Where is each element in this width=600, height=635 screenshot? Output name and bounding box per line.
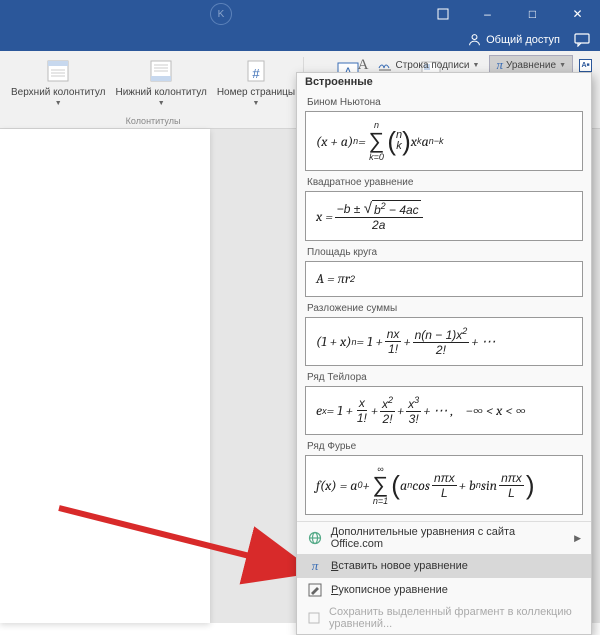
dropdown-icon: ▼ bbox=[473, 62, 480, 69]
eq-circle-area[interactable]: A = πr2 bbox=[305, 261, 583, 297]
eq-taylor[interactable]: ex = 1 + x1! + x22! + x33! + ⋯ , −∞ < x … bbox=[305, 386, 583, 435]
signature-icon bbox=[378, 59, 392, 71]
page-number-button[interactable]: # Номер страницы ▼ bbox=[212, 55, 300, 116]
menu-insert-label: Вставить новое уравнение bbox=[331, 560, 468, 572]
eq-fourier[interactable]: f(x) = a0 + ∞∑n=1 (an cos nπxL + bn sin … bbox=[305, 455, 583, 515]
eq-title-taylor: Ряд Тейлора bbox=[307, 372, 583, 383]
ribbon-group-headers-footers: Верхний колонтитул ▼ Нижний колонтитул ▼… bbox=[6, 51, 300, 128]
footer-icon bbox=[148, 58, 174, 84]
eq-binomial-expansion[interactable]: (1 + x)n = 1 + nx1! + n(n − 1)x22! + ⋯ bbox=[305, 317, 583, 366]
signature-label: Строка подписи bbox=[395, 60, 469, 71]
footer-button[interactable]: Нижний колонтитул ▼ bbox=[111, 55, 212, 116]
header-label: Верхний колонтитул bbox=[11, 87, 106, 98]
equation-dropdown-menu: Встроенные Бином Ньютона (x + a)n = n∑k=… bbox=[296, 72, 592, 635]
menu-save-selection: Сохранить выделенный фрагмент в коллекци… bbox=[297, 602, 591, 634]
eq-title-circle-area: Площадь круга bbox=[307, 247, 583, 258]
dropdown-icon: ▼ bbox=[158, 100, 165, 107]
page-number-icon: # bbox=[243, 58, 269, 84]
ink-icon bbox=[307, 582, 323, 598]
eq-title-fourier: Ряд Фурье bbox=[307, 441, 583, 452]
cap-icon[interactable]: А■ bbox=[579, 59, 592, 72]
menu-save-label: Сохранить выделенный фрагмент в коллекци… bbox=[329, 606, 581, 630]
menu-footer: Дополнительные уравнения с сайта Office.… bbox=[297, 521, 591, 634]
eq-title-binomial: Бином Ньютона bbox=[307, 97, 583, 108]
menu-header: Встроенные bbox=[297, 73, 591, 91]
header-button[interactable]: Верхний колонтитул ▼ bbox=[6, 55, 111, 116]
pi-icon: π bbox=[496, 57, 503, 73]
equation-label: Уравнение bbox=[506, 60, 556, 71]
menu-ink-equation[interactable]: Рукописное уравнение bbox=[297, 578, 591, 602]
header-icon bbox=[45, 58, 71, 84]
menu-insert-equation[interactable]: π Вставить новое уравнение bbox=[297, 554, 591, 578]
eq-quadratic[interactable]: x = −b ± √b2 − 4ac2a bbox=[305, 191, 583, 241]
save-icon bbox=[307, 610, 321, 626]
pi-icon: π bbox=[307, 558, 323, 574]
eq-title-quadratic: Квадратное уравнение bbox=[307, 177, 583, 188]
menu-body: Бином Ньютона (x + a)n = n∑k=0 (nk) xkan… bbox=[297, 91, 591, 521]
maximize-button[interactable]: □ bbox=[510, 0, 555, 28]
menu-ink-label: Рукописное уравнение bbox=[331, 584, 448, 596]
footer-label: Нижний колонтитул bbox=[116, 87, 207, 98]
menu-more-equations[interactable]: Дополнительные уравнения с сайта Office.… bbox=[297, 522, 591, 554]
annotation-arrow bbox=[55, 498, 320, 588]
help-button[interactable] bbox=[420, 0, 465, 28]
chevron-right-icon: ▶ bbox=[574, 533, 581, 544]
dropcap-icon[interactable]: A bbox=[358, 57, 369, 74]
person-icon bbox=[468, 33, 481, 46]
dropdown-icon: ▼ bbox=[252, 100, 259, 107]
eq-binomial[interactable]: (x + a)n = n∑k=0 (nk) xkan−k bbox=[305, 111, 583, 171]
eq-title-binomial-expansion: Разложение суммы bbox=[307, 303, 583, 314]
share-label: Общий доступ bbox=[486, 34, 560, 46]
world-icon bbox=[307, 530, 323, 546]
svg-text:#: # bbox=[252, 66, 260, 81]
minimize-button[interactable]: – bbox=[465, 0, 510, 28]
dropdown-icon: ▼ bbox=[559, 62, 566, 69]
dropdown-icon: ▼ bbox=[55, 100, 62, 107]
app-logo: K bbox=[210, 3, 232, 25]
window-titlebar: K – □ ✕ bbox=[0, 0, 600, 28]
page-number-label: Номер страницы bbox=[217, 87, 295, 98]
signature-line-button[interactable]: Строка подписи ▼ bbox=[374, 58, 483, 72]
close-button[interactable]: ✕ bbox=[555, 0, 600, 28]
titlebar-decoration: K bbox=[210, 0, 232, 28]
comment-icon[interactable] bbox=[574, 33, 590, 47]
group-label: Колонтитулы bbox=[6, 116, 300, 128]
share-button[interactable]: Общий доступ bbox=[468, 33, 560, 46]
menu-more-label: Дополнительные уравнения с сайта Office.… bbox=[331, 526, 566, 550]
share-bar: Общий доступ bbox=[0, 28, 600, 51]
